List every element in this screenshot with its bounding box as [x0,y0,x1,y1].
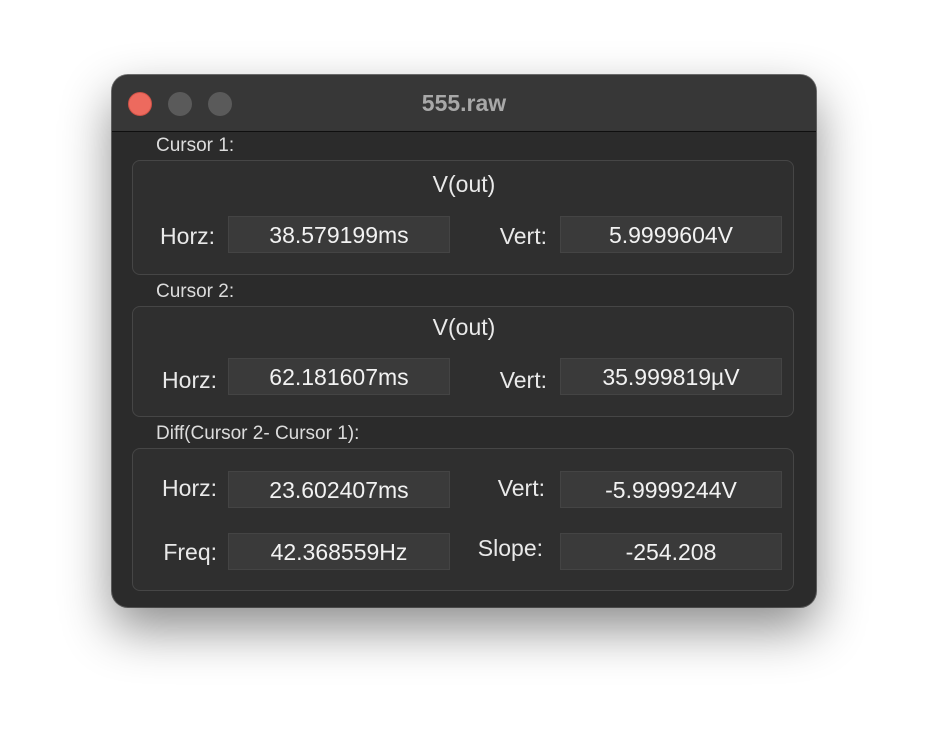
close-button[interactable] [128,92,152,116]
diff-horz-label: Horz: [162,475,217,501]
title-bar[interactable]: 555.raw [112,75,816,132]
cursor2-horz-label: Horz: [162,367,217,393]
cursor2-vert-field[interactable]: 35.999819µV [560,358,782,395]
cursor1-horz-field[interactable]: 38.579199ms [228,216,450,253]
diff-freq-field[interactable]: 42.368559Hz [228,533,450,570]
cursor1-section-label: Cursor 1: [156,135,235,156]
cursor1-vert-field[interactable]: 5.9999604V [560,216,782,253]
cursor1-trace-name: V(out) [432,171,496,197]
cursor2-trace-name: V(out) [432,314,496,340]
diff-horz-field[interactable]: 23.602407ms [228,471,450,508]
diff-vert-field[interactable]: -5.9999244V [560,471,782,508]
cursor2-vert-label: Vert: [499,367,547,393]
diff-slope-field[interactable]: -254.208 [560,533,782,570]
zoom-button[interactable] [208,92,232,116]
diff-freq-label: Freq: [163,539,217,565]
diff-vert-label: Vert: [497,475,545,501]
cursor1-vert-label: Vert: [499,223,547,249]
minimize-button[interactable] [168,92,192,116]
diff-section-label: Diff(Cursor 2- Cursor 1): [156,423,360,444]
cursor2-horz-field[interactable]: 62.181607ms [228,358,450,395]
diff-group: Horz: 23.602407ms Vert: -5.9999244V Freq… [132,448,794,591]
cursor2-group: V(out) Horz: 62.181607ms Vert: 35.999819… [132,306,794,417]
diff-slope-label: Slope: [477,535,543,561]
cursor-readout-window: 555.raw Cursor 1: V(out) Horz: 38.579199… [112,75,816,607]
cursor1-group: V(out) Horz: 38.579199ms Vert: 5.9999604… [132,160,794,275]
cursor1-horz-label: Horz: [160,223,215,249]
cursor2-section-label: Cursor 2: [156,281,235,302]
